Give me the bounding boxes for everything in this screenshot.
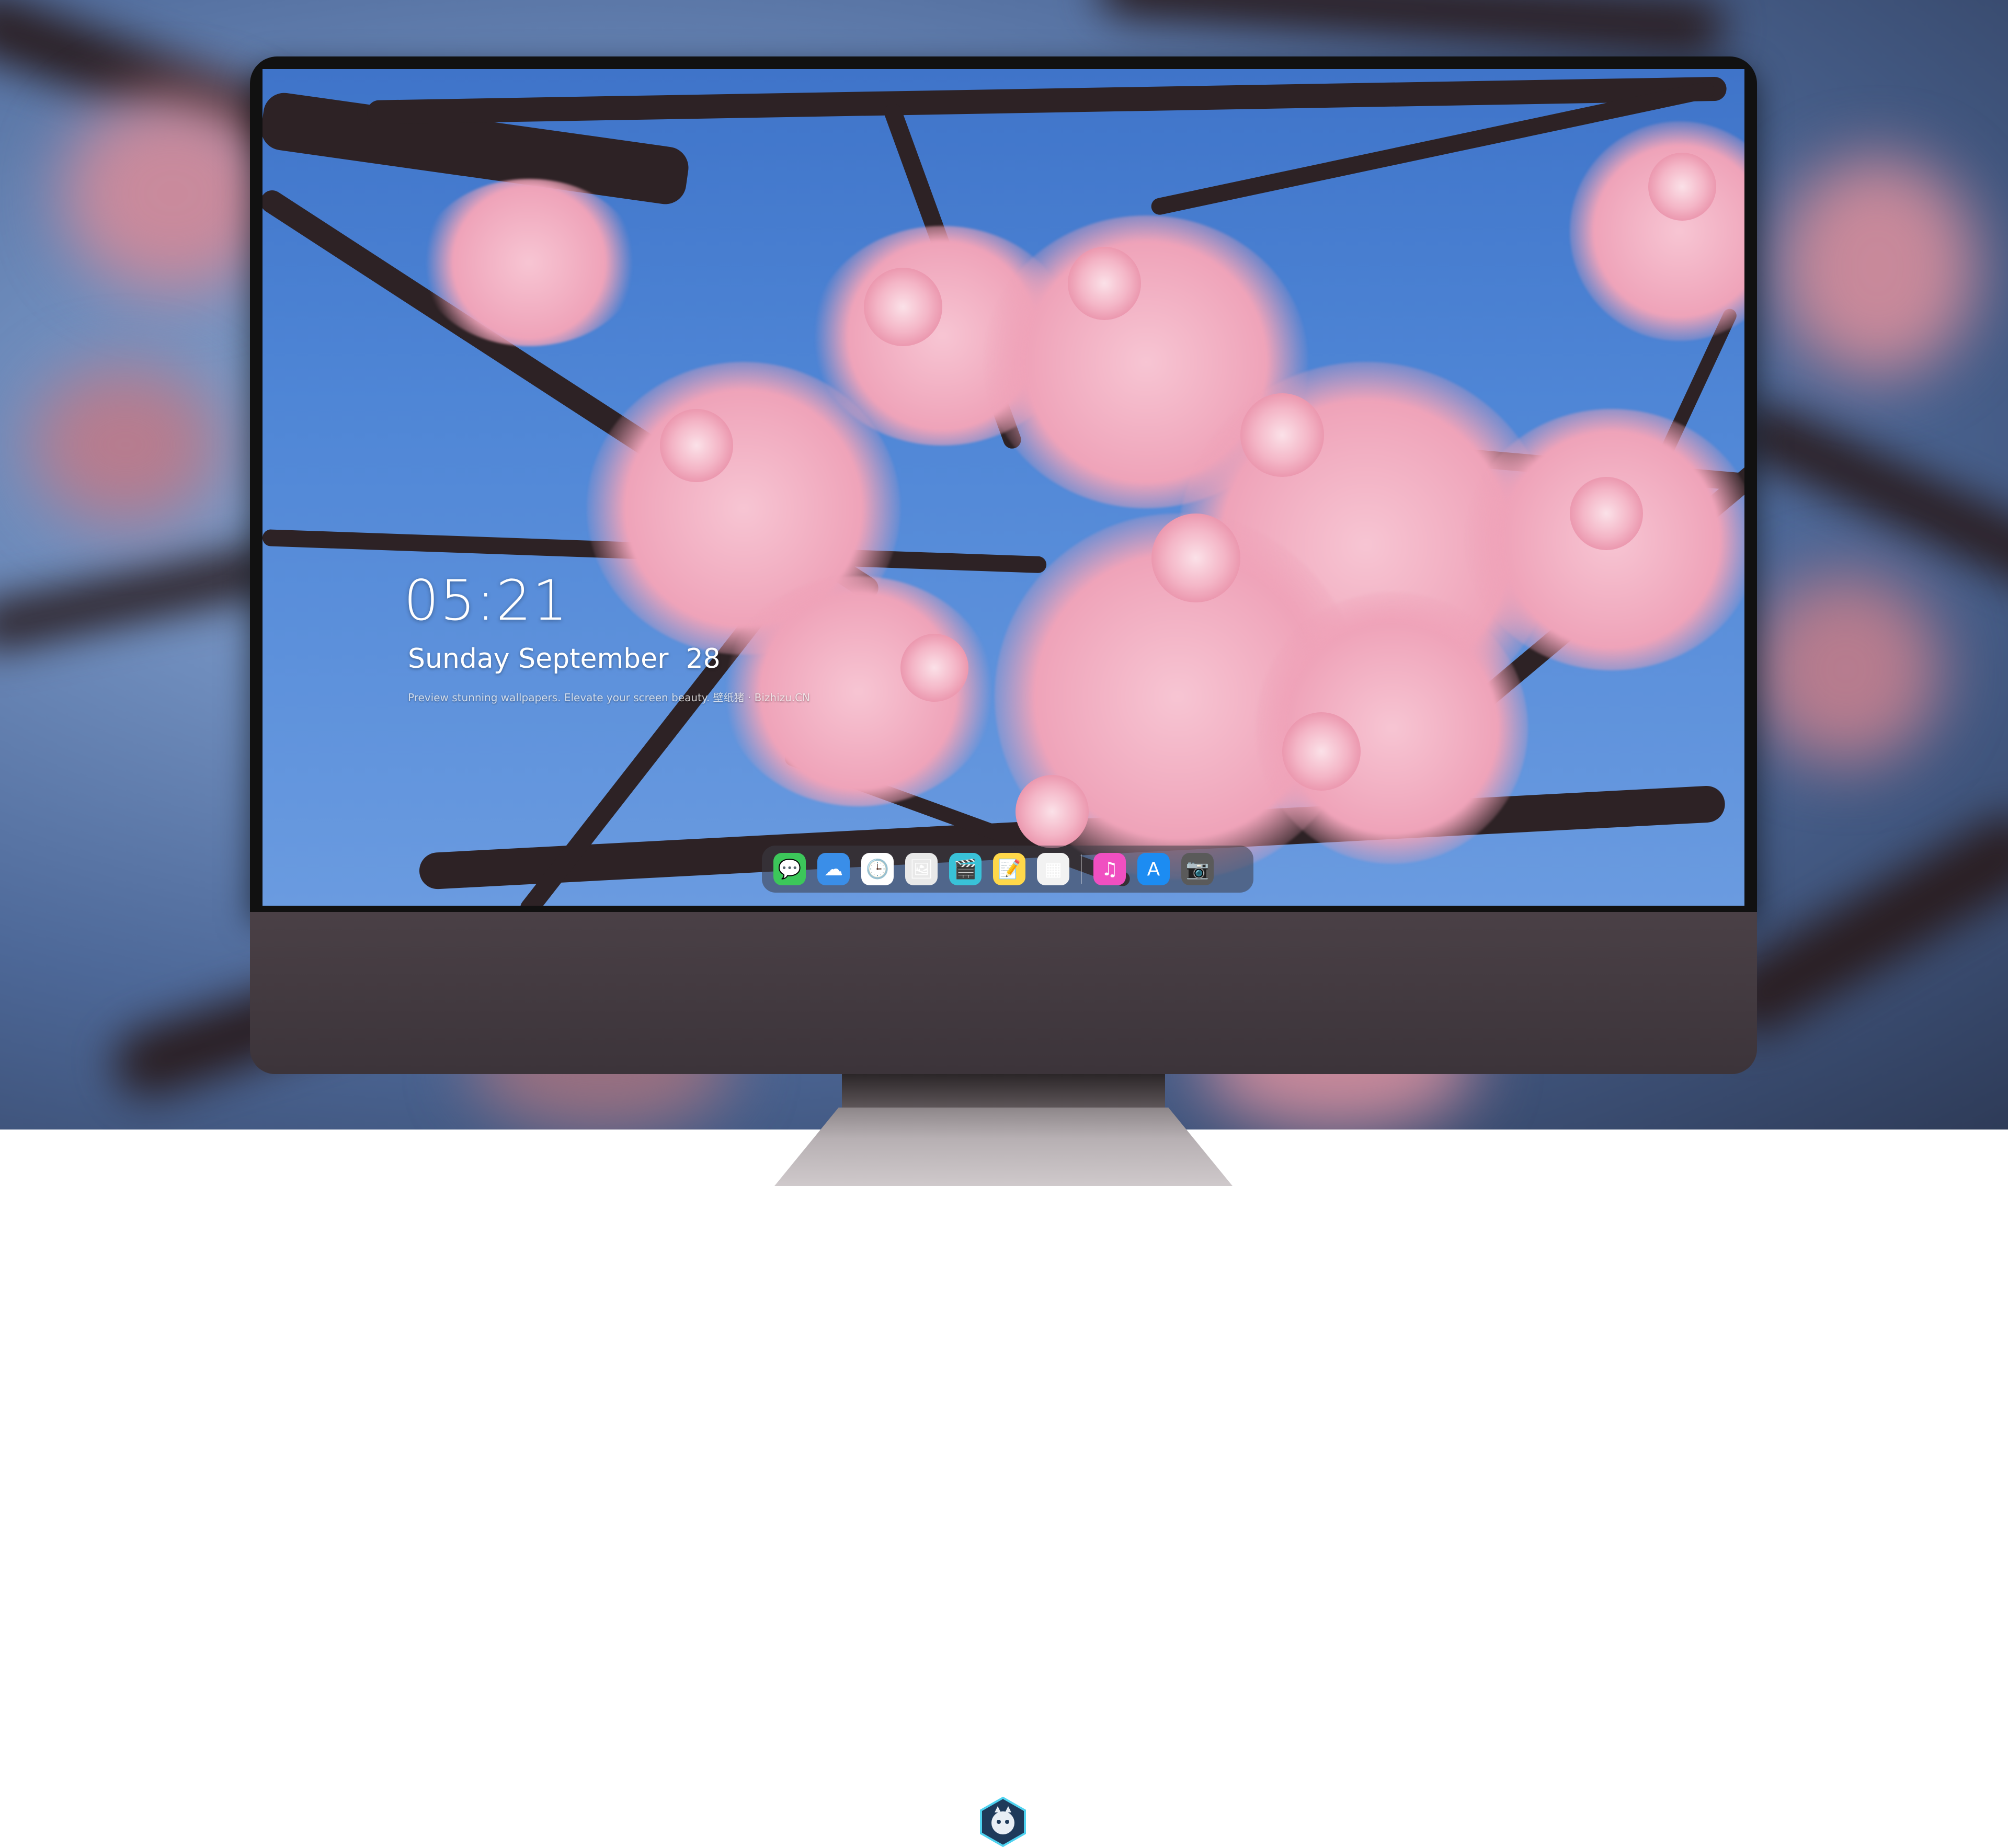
preview-icon[interactable]: 🖼 xyxy=(905,853,938,885)
camera-icon[interactable]: 📷 xyxy=(1181,853,1214,885)
monitor-bezel: 05:21 Sunday September 28 Preview stunni… xyxy=(250,56,1757,912)
brand-logo-icon xyxy=(980,1796,1026,1847)
messages-icon[interactable]: 💬 xyxy=(773,853,806,885)
notes-icon[interactable]: 📝 xyxy=(993,853,1025,885)
monitor: 05:21 Sunday September 28 Preview stunni… xyxy=(250,56,1757,1847)
dock: 💬 ☁ 🕒 🖼 🎬 📝 ▦ ♫ A 📷 xyxy=(762,846,1253,893)
clock-icon[interactable]: 🕒 xyxy=(861,853,894,885)
weather-icon[interactable]: ☁ xyxy=(817,853,850,885)
monitor-stand-base xyxy=(774,1108,1233,1186)
photos-grid-icon[interactable]: ▦ xyxy=(1037,853,1069,885)
app-store-icon[interactable]: A xyxy=(1137,853,1170,885)
monitor-chin xyxy=(250,912,1757,1847)
monitor-stand-neck xyxy=(842,1074,1165,1108)
lock-screen: 05:21 Sunday September 28 Preview stunni… xyxy=(263,69,1744,906)
dock-separator xyxy=(1081,854,1082,884)
music-icon[interactable]: ♫ xyxy=(1093,853,1126,885)
lock-date: Sunday September 28 xyxy=(408,643,721,675)
wallpaper-tagline: Preview stunning wallpapers. Elevate you… xyxy=(408,691,811,704)
clips-icon[interactable]: 🎬 xyxy=(949,853,982,885)
lock-clock: 05:21 xyxy=(404,568,569,633)
